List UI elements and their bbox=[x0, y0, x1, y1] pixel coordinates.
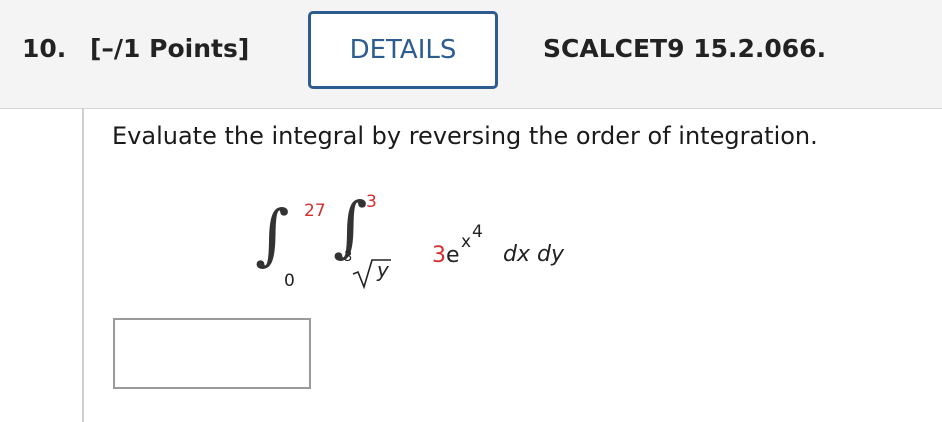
details-button[interactable]: DETAILS bbox=[308, 11, 498, 89]
outer-lower-limit: 0 bbox=[284, 271, 295, 291]
outer-upper-limit: 27 bbox=[304, 201, 326, 221]
points-label: [–/1 Points] bbox=[90, 34, 250, 63]
root-radicand: y bbox=[377, 258, 389, 282]
integrand-base: e bbox=[446, 243, 460, 268]
question-prompt: Evaluate the integral by reversing the o… bbox=[112, 122, 818, 150]
exponent-base: x bbox=[461, 232, 472, 252]
differentials: dx dy bbox=[503, 242, 564, 267]
integral-expression: ∫ 27 0 ∫ 3 3 y 3 e x 4 dx dy bbox=[255, 190, 615, 300]
outer-integral-sign: ∫ bbox=[255, 196, 290, 273]
integrand-coefficient: 3 bbox=[432, 243, 446, 268]
course-code: SCALCET9 15.2.066. bbox=[543, 34, 827, 63]
exponent-power: 4 bbox=[472, 222, 483, 242]
question-header: 10. [–/1 Points] DETAILS SCALCET9 15.2.0… bbox=[0, 0, 942, 109]
question-number: 10. bbox=[22, 34, 67, 63]
question-left-rule bbox=[82, 108, 84, 422]
inner-upper-limit: 3 bbox=[366, 192, 377, 212]
root-index: 3 bbox=[344, 250, 353, 265]
answer-input[interactable] bbox=[113, 318, 311, 389]
